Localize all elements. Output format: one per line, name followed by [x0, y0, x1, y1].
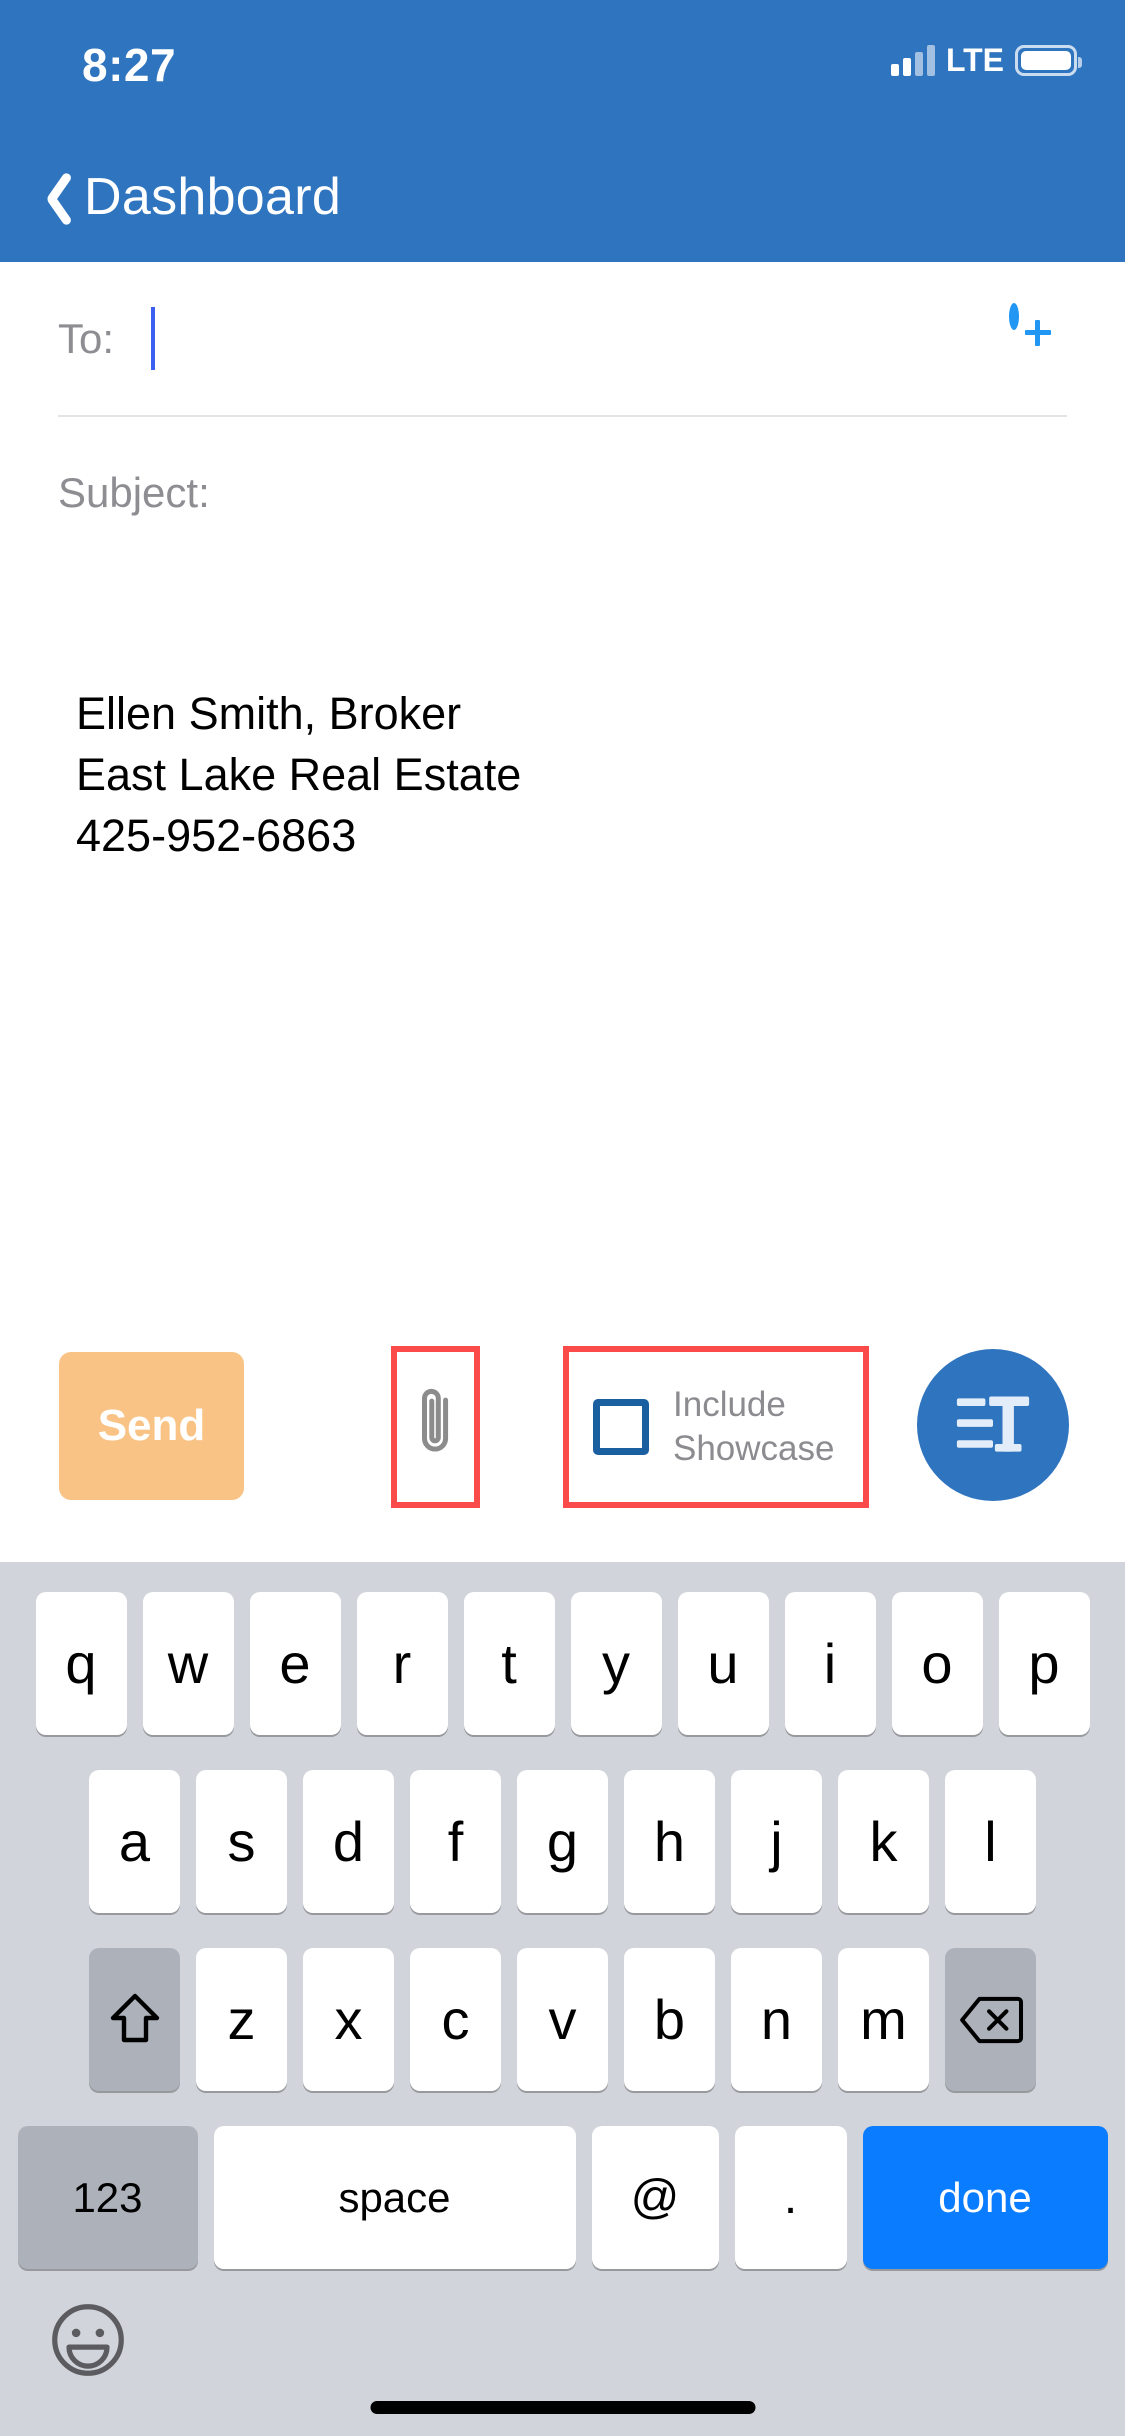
status-bar: 8:27 LTE	[0, 0, 1125, 132]
signature-line-3: 425-952-6863	[76, 810, 357, 861]
numbers-key[interactable]: 123	[17, 2126, 198, 2269]
paperclip-icon	[421, 1388, 448, 1452]
key-r[interactable]: r	[356, 1592, 448, 1735]
done-key[interactable]: done	[862, 2126, 1108, 2269]
at-key[interactable]: @	[591, 2126, 719, 2269]
battery-icon	[1015, 44, 1082, 76]
subject-label: Subject:	[58, 469, 210, 516]
app-screen: 8:27 LTE Dashboard To: Subject: Ellen Sm…	[0, 0, 1125, 2436]
key-f[interactable]: f	[410, 1770, 501, 1913]
plus-circle-icon	[1009, 303, 1019, 330]
keyboard-row-2: a s d f g h j k l	[11, 1770, 1114, 1913]
shift-key[interactable]	[89, 1948, 180, 2091]
to-label: To:	[58, 314, 115, 362]
key-q[interactable]: q	[35, 1592, 127, 1735]
include-showcase-label: Include Showcase	[673, 1383, 834, 1471]
key-n[interactable]: n	[731, 1948, 822, 2091]
key-s[interactable]: s	[196, 1770, 287, 1913]
key-h[interactable]: h	[624, 1770, 715, 1913]
message-body[interactable]: Ellen Smith, Broker East Lake Real Estat…	[0, 548, 1125, 1308]
keyboard-row-1: q w e r t y u i o p	[11, 1592, 1114, 1735]
text-format-button[interactable]	[917, 1349, 1069, 1501]
signal-bars-icon	[890, 44, 935, 76]
emoji-icon	[52, 2304, 124, 2376]
nav-bar: Dashboard	[0, 132, 1125, 262]
back-button-label: Dashboard	[84, 168, 342, 226]
status-indicators: LTE	[890, 42, 1082, 78]
key-g[interactable]: g	[517, 1770, 608, 1913]
space-key[interactable]: space	[213, 2126, 576, 2269]
shift-icon	[110, 1993, 159, 2042]
send-button[interactable]: Send	[59, 1352, 244, 1500]
add-contact-button[interactable]	[1009, 303, 1067, 366]
key-t[interactable]: t	[463, 1592, 555, 1735]
backspace-key[interactable]	[945, 1948, 1036, 2091]
home-indicator	[370, 2401, 755, 2414]
text-format-icon	[956, 1396, 1030, 1452]
network-type-label: LTE	[945, 42, 1004, 78]
key-u[interactable]: u	[677, 1592, 769, 1735]
status-time: 8:27	[82, 39, 177, 91]
key-c[interactable]: c	[410, 1948, 501, 2091]
period-key[interactable]: .	[734, 2126, 847, 2269]
key-p[interactable]: p	[998, 1592, 1090, 1735]
keyboard-row-4: 123 space @ . done	[11, 2126, 1114, 2269]
compose-fields: To: Subject:	[0, 262, 1125, 571]
include-showcase-checkbox[interactable]	[593, 1399, 649, 1455]
key-i[interactable]: i	[784, 1592, 876, 1735]
key-j[interactable]: j	[731, 1770, 822, 1913]
key-z[interactable]: z	[196, 1948, 287, 2091]
on-screen-keyboard: q w e r t y u i o p a s d f g h j k l z …	[0, 1562, 1125, 2436]
back-button[interactable]: Dashboard	[18, 132, 355, 262]
keyboard-row-3: z x c v b n m	[11, 1948, 1114, 2091]
key-x[interactable]: x	[303, 1948, 394, 2091]
key-b[interactable]: b	[624, 1948, 715, 2091]
signature-line-1: Ellen Smith, Broker	[76, 688, 462, 739]
key-a[interactable]: a	[89, 1770, 180, 1913]
signature-block: Ellen Smith, Broker East Lake Real Estat…	[76, 683, 521, 866]
key-o[interactable]: o	[891, 1592, 983, 1735]
key-k[interactable]: k	[838, 1770, 929, 1913]
key-l[interactable]: l	[945, 1770, 1036, 1913]
action-toolbar: Send Include Showcase	[0, 1336, 1125, 1516]
include-showcase-label-line1: Include	[673, 1385, 786, 1424]
key-e[interactable]: e	[249, 1592, 341, 1735]
include-showcase-label-line2: Showcase	[673, 1429, 835, 1468]
backspace-icon	[959, 1996, 1023, 2043]
key-w[interactable]: w	[142, 1592, 234, 1735]
key-v[interactable]: v	[517, 1948, 608, 2091]
to-field-row[interactable]: To:	[58, 262, 1067, 417]
chevron-left-icon	[32, 168, 66, 226]
key-m[interactable]: m	[838, 1948, 929, 2091]
key-y[interactable]: y	[570, 1592, 662, 1735]
to-input[interactable]	[155, 262, 1067, 415]
attach-button[interactable]	[391, 1346, 480, 1508]
include-showcase-control[interactable]: Include Showcase	[563, 1346, 869, 1508]
key-d[interactable]: d	[303, 1770, 394, 1913]
subject-input[interactable]	[210, 417, 1067, 569]
signature-line-2: East Lake Real Estate	[76, 749, 522, 800]
emoji-key[interactable]	[50, 2302, 126, 2378]
